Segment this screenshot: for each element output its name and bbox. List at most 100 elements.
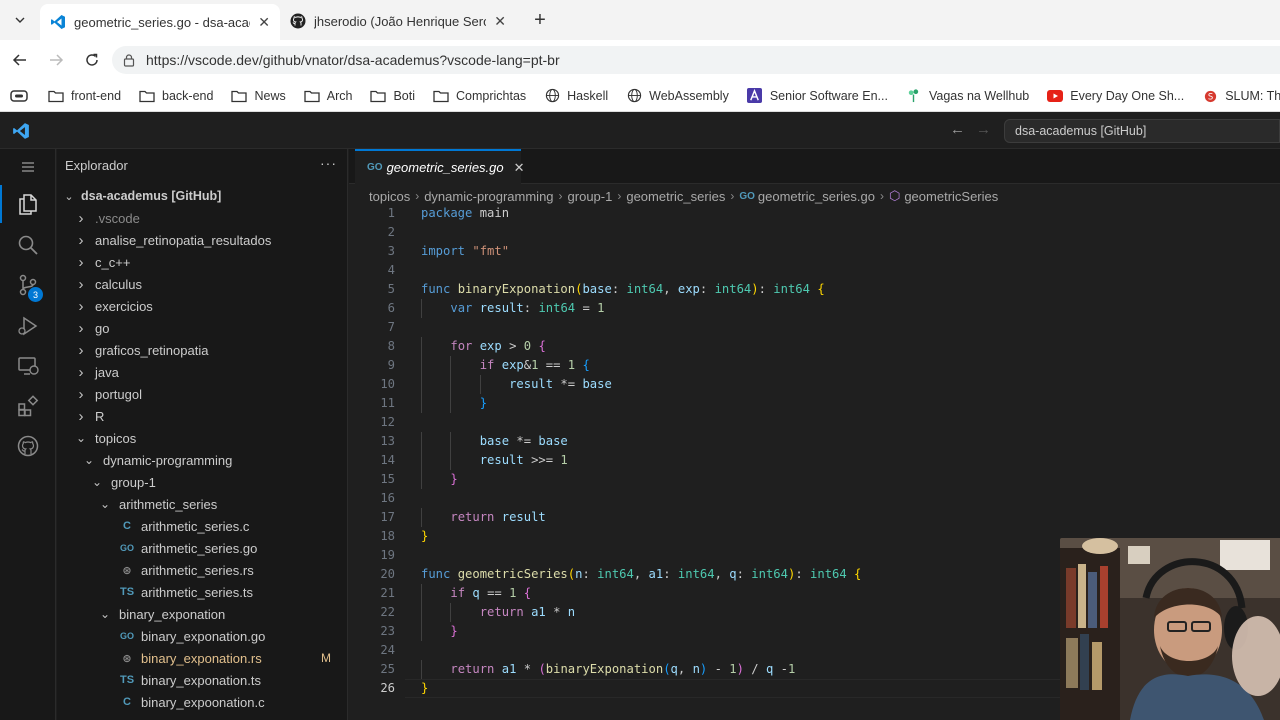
bookmark-senior-software[interactable]: Senior Software En... <box>747 88 888 104</box>
tree-folder[interactable]: › go <box>57 317 347 339</box>
tree-folder[interactable]: ⌄ topicos <box>57 427 347 449</box>
tree-folder[interactable]: › java <box>57 361 347 383</box>
tree-folder[interactable]: › R <box>57 405 347 427</box>
forward-button[interactable] <box>44 48 68 72</box>
tree-file[interactable]: GO binary_exponation.go <box>57 625 347 647</box>
bookmark-every-day[interactable]: Every Day One Sh... <box>1047 88 1184 104</box>
remote-explorer-view-button[interactable] <box>14 352 42 380</box>
bookmark-apps[interactable] <box>10 89 28 103</box>
tree-folder[interactable]: › c_c++ <box>57 251 347 273</box>
bookmark-comprichtas[interactable]: Comprichtas <box>433 88 526 104</box>
code-line[interactable]: if exp&1 == 1 { <box>421 356 590 375</box>
tree-folder[interactable]: ⌄ dynamic-programming <box>57 449 347 471</box>
command-center[interactable]: dsa-academus [GitHub] <box>1004 119 1280 143</box>
explorer-sidebar: Explorador ··· ⌄ dsa-academus [GitHub] ›… <box>57 149 348 720</box>
tree-folder[interactable]: › analise_retinopatia_resultados <box>57 229 347 251</box>
root-label: dsa-academus [GitHub] <box>81 189 222 203</box>
github-view-button[interactable] <box>14 432 42 460</box>
code-line[interactable]: result >>= 1 <box>421 451 568 470</box>
tree-folder[interactable]: › portugol <box>57 383 347 405</box>
browser-tab-github[interactable]: jhserodio (João Henrique Serodio) ✕ <box>280 6 516 36</box>
breadcrumb-item[interactable]: group-1 <box>568 189 613 204</box>
line-number: 16 <box>380 491 395 505</box>
line-number: 8 <box>387 339 395 353</box>
code-line[interactable]: } <box>421 394 487 413</box>
reload-button[interactable] <box>80 48 104 72</box>
line-number: 9 <box>387 358 395 372</box>
code-line[interactable]: for exp > 0 { <box>421 337 545 356</box>
run-debug-view-button[interactable] <box>14 312 42 340</box>
back-button[interactable] <box>8 48 32 72</box>
youtube-icon <box>1047 88 1064 104</box>
bookmark-front-end[interactable]: front-end <box>48 88 121 104</box>
tree-file[interactable]: TS binary_exponation.ts <box>57 669 347 691</box>
code-line[interactable]: if q == 1 { <box>421 584 531 603</box>
tree-folder[interactable]: › .vscode <box>57 207 347 229</box>
explorer-view-button[interactable] <box>14 190 42 218</box>
arrow-left-icon[interactable]: ← <box>950 121 965 138</box>
tree-folder[interactable]: › exercicios <box>57 295 347 317</box>
bookmark-vagas-wellhub[interactable]: Vagas na Wellhub <box>906 88 1029 104</box>
code-line[interactable]: return a1 * (binaryExponation(q, n) - 1)… <box>421 660 795 679</box>
tree-file[interactable]: GO arithmetic_series.go <box>57 537 347 559</box>
close-icon[interactable]: ✕ <box>494 13 506 30</box>
search-view-button[interactable] <box>14 231 42 259</box>
site-info-icon[interactable] <box>122 53 136 67</box>
chevron-right-icon: › <box>78 385 84 403</box>
code-line[interactable]: func geometricSeries(n: int64, a1: int64… <box>421 565 861 584</box>
tree-folder[interactable]: › calculus <box>57 273 347 295</box>
tree-root[interactable]: ⌄ dsa-academus [GitHub] <box>57 185 347 207</box>
tree-file[interactable]: TS arithmetic_series.ts <box>57 581 347 603</box>
tree-item-label: R <box>95 408 105 424</box>
tree-file[interactable]: Cbinary_expoonation.c <box>57 691 347 713</box>
new-tab-button[interactable]: + <box>528 8 552 32</box>
breadcrumb-item[interactable]: geometric_series <box>626 189 725 204</box>
tree-folder[interactable]: ⌄ arithmetic_series <box>57 493 347 515</box>
close-icon[interactable]: ✕ <box>514 160 525 176</box>
editor-tab-active[interactable]: GO geometric_series.go ✕ <box>355 149 525 184</box>
tree-file[interactable]: Carithmetic_series.c <box>57 515 347 537</box>
code-line[interactable]: } <box>421 527 428 546</box>
tree-item-label: binary_expoonation.c <box>141 694 265 710</box>
tree-folder[interactable]: ⌄ binary_exponation <box>57 603 347 625</box>
code-line[interactable]: return a1 * n <box>421 603 575 622</box>
code-line[interactable]: func binaryExponation(base: int64, exp: … <box>421 280 825 299</box>
code-line[interactable]: } <box>421 679 428 698</box>
breadcrumb-item[interactable]: geometricSeries <box>904 189 998 204</box>
code-line[interactable]: var result: int64 = 1 <box>421 299 604 318</box>
menu-button[interactable] <box>14 153 42 181</box>
breadcrumb-item[interactable]: dynamic-programming <box>424 189 553 204</box>
more-actions-icon[interactable]: ··· <box>320 155 337 171</box>
address-bar[interactable]: https://vscode.dev/github/vnator/dsa-aca… <box>112 46 1280 74</box>
tree-folder[interactable]: ⌄ group-1 <box>57 471 347 493</box>
code-line[interactable]: } <box>421 470 457 489</box>
bookmark-slum[interactable]: S SLUM: The Sh <box>1202 88 1280 104</box>
bookmark-haskell[interactable]: Haskell <box>544 88 608 104</box>
plus-icon: + <box>534 8 546 31</box>
code-line[interactable]: return result <box>421 508 545 527</box>
tree-file[interactable]: ⊛ binary_exponation.rs M <box>57 647 347 669</box>
extensions-view-button[interactable] <box>14 392 42 420</box>
code-line[interactable]: base *= base <box>421 432 568 451</box>
breadcrumb-item[interactable]: topicos <box>369 189 410 204</box>
folder-icon <box>304 88 320 104</box>
chevron-right-icon: › <box>78 407 84 425</box>
bookmark-news[interactable]: News <box>231 88 286 104</box>
tree-file[interactable]: ⊛ arithmetic_series.rs <box>57 559 347 581</box>
browser-tab-vscode[interactable]: geometric_series.go - dsa-academus ✕ <box>40 4 280 40</box>
tree-folder[interactable]: › graficos_retinopatia <box>57 339 347 361</box>
breadcrumb-item[interactable]: geometric_series.go <box>758 189 875 204</box>
indent-guide <box>421 622 422 641</box>
code-line[interactable]: import "fmt" <box>421 242 509 261</box>
bookmark-boti[interactable]: Boti <box>370 88 415 104</box>
code-line[interactable]: } <box>421 622 457 641</box>
line-number: 6 <box>387 301 395 315</box>
indent-guide <box>421 451 422 470</box>
tab-search-dropdown[interactable] <box>8 8 32 32</box>
code-line[interactable]: package main <box>421 204 509 223</box>
arrow-right-icon[interactable]: → <box>976 121 991 138</box>
bookmark-webassembly[interactable]: WebAssembly <box>626 88 729 104</box>
close-icon[interactable]: ✕ <box>258 14 270 31</box>
bookmark-back-end[interactable]: back-end <box>139 88 213 104</box>
bookmark-arch[interactable]: Arch <box>304 88 352 104</box>
